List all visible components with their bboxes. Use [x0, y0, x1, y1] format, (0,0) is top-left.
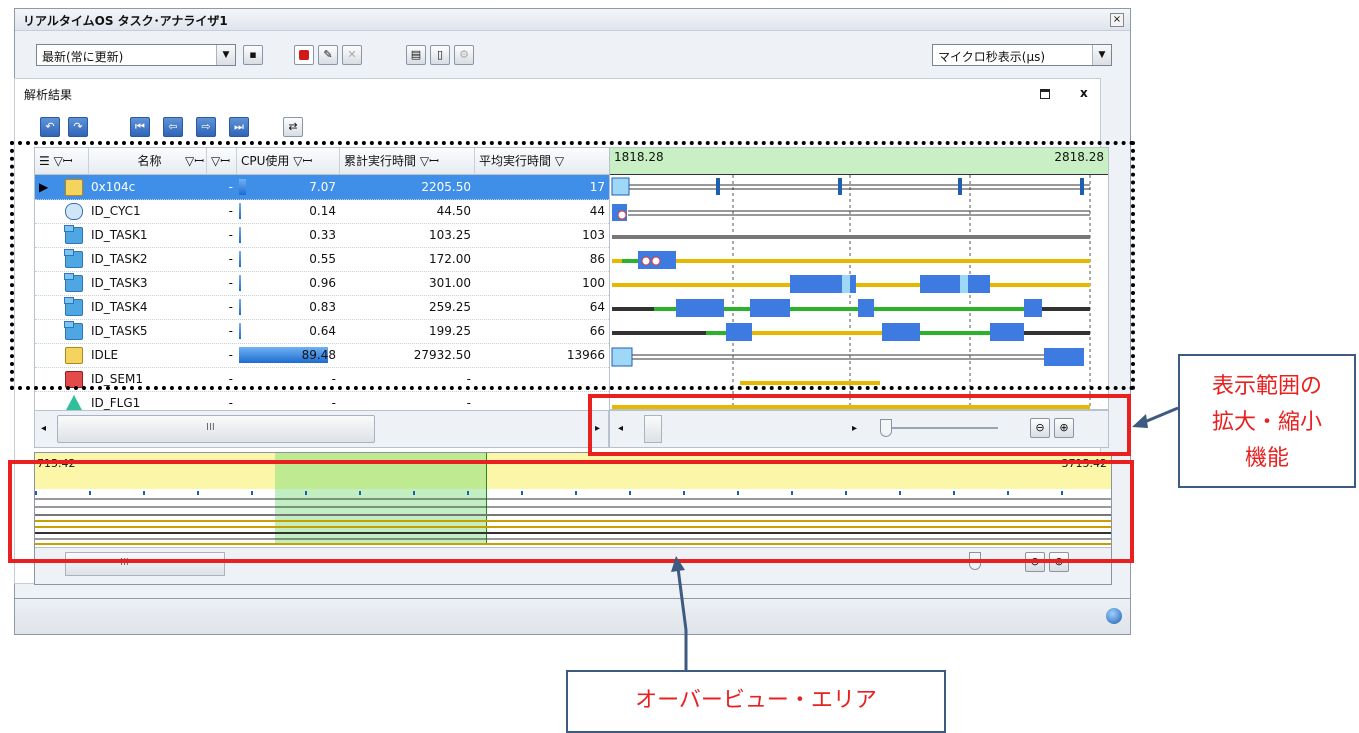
- zoom-callout: 表示範囲の 拡大・縮小 機能: [1178, 354, 1356, 488]
- zoom-callout-line: 表示範囲の: [1211, 374, 1322, 399]
- zoom-callout-line: 拡大・縮小: [1211, 410, 1322, 435]
- overview-callout-text: オーバービュー・エリア: [635, 688, 877, 713]
- overview-callout: オーバービュー・エリア: [566, 670, 946, 733]
- callout-arrows: [671, 406, 1179, 670]
- zoom-callout-line: 機能: [1244, 446, 1289, 471]
